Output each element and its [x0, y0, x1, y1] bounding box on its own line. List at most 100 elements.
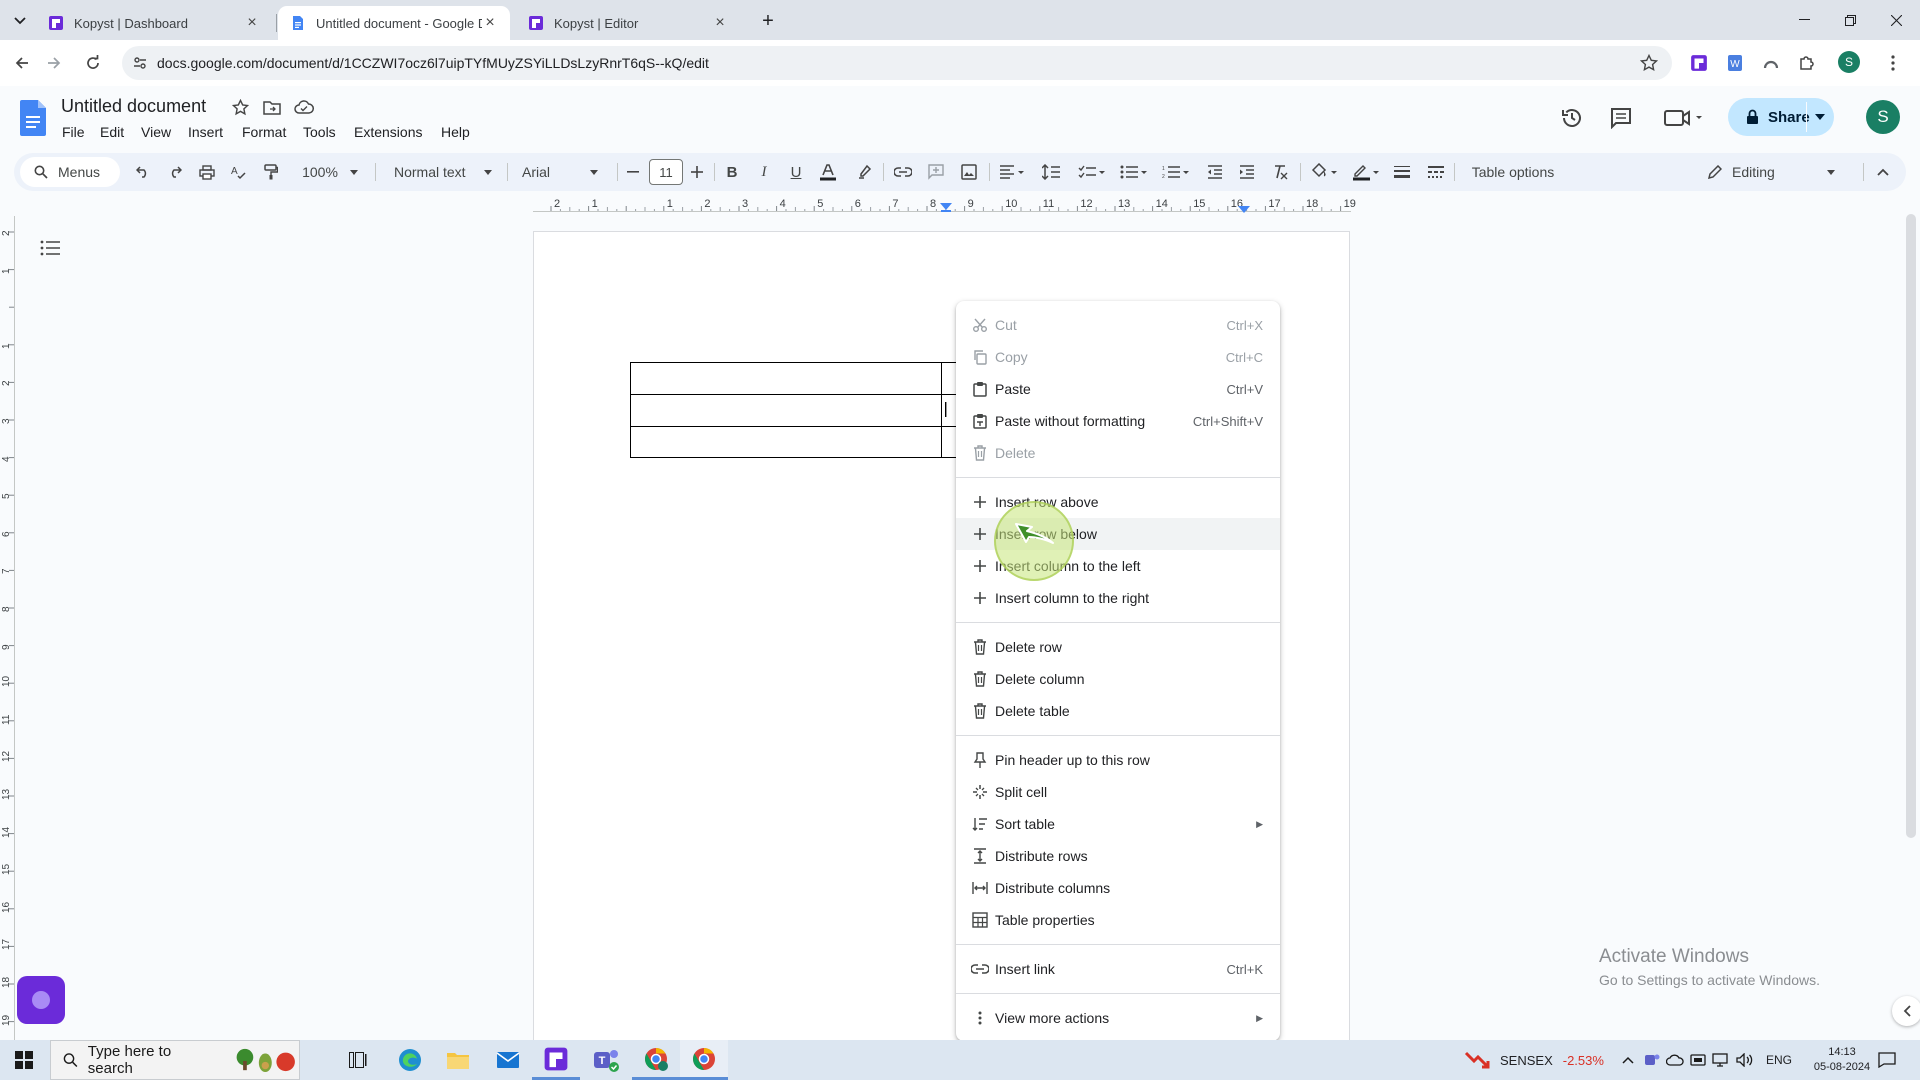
menu-item-sort-table[interactable]: Sort table ▶: [956, 808, 1280, 840]
text-color-icon[interactable]: [815, 153, 841, 191]
underline-icon[interactable]: U: [783, 153, 809, 191]
spellcheck-icon[interactable]: A: [226, 153, 252, 191]
omnibox[interactable]: docs.google.com/document/d/1CCZWI7ocz6l7…: [122, 46, 1672, 80]
menu-file[interactable]: File: [62, 124, 85, 140]
increase-indent-icon[interactable]: [1234, 153, 1260, 191]
menu-item-insert-link[interactable]: Insert link Ctrl+K: [956, 953, 1280, 985]
share-button[interactable]: Share: [1728, 98, 1834, 136]
windows-start-icon[interactable]: [0, 1040, 48, 1080]
add-comment-icon[interactable]: [923, 153, 949, 191]
menu-item-table-properties[interactable]: Table properties: [956, 904, 1280, 936]
edge-browser-icon[interactable]: [386, 1040, 434, 1080]
undo-icon[interactable]: [130, 153, 156, 191]
file-explorer-icon[interactable]: [434, 1040, 482, 1080]
border-dash-icon[interactable]: [1423, 153, 1449, 191]
menu-item-split-cell[interactable]: Split cell: [956, 776, 1280, 808]
border-width-icon[interactable]: [1389, 153, 1415, 191]
font-size-input[interactable]: 11: [649, 159, 683, 185]
document-outline-icon[interactable]: [40, 240, 60, 256]
profile-avatar[interactable]: S: [1838, 51, 1860, 73]
paint-format-icon[interactable]: [258, 153, 284, 191]
style-select[interactable]: Normal text: [382, 153, 502, 191]
menu-item-distribute-columns[interactable]: Distribute columns: [956, 872, 1280, 904]
menu-item-insert-column-to-the-right[interactable]: Insert column to the right: [956, 582, 1280, 614]
teams-icon[interactable]: T: [582, 1040, 630, 1080]
mail-icon[interactable]: [484, 1040, 532, 1080]
new-tab-icon[interactable]: +: [756, 9, 780, 33]
share-dropdown-icon[interactable]: [1815, 114, 1825, 120]
meet-now-icon[interactable]: [1690, 1040, 1706, 1080]
close-icon[interactable]: ×: [712, 14, 728, 32]
table-options-button[interactable]: Table options: [1458, 153, 1568, 191]
window-close-icon[interactable]: [1873, 6, 1919, 34]
move-folder-icon[interactable]: [263, 100, 281, 115]
clock[interactable]: 14:13 05-08-2024: [1810, 1040, 1874, 1080]
menu-help[interactable]: Help: [441, 124, 470, 140]
menu-tools[interactable]: Tools: [303, 124, 336, 140]
align-icon[interactable]: [994, 153, 1030, 191]
menu-extensions[interactable]: Extensions: [354, 124, 422, 140]
decrease-font-size-icon[interactable]: [620, 153, 646, 191]
tab-google-docs[interactable]: Untitled document - Google Docs ×: [278, 6, 510, 40]
arc-extension-icon[interactable]: [1758, 50, 1784, 76]
menu-edit[interactable]: Edit: [100, 124, 124, 140]
network-icon[interactable]: [1712, 1040, 1730, 1080]
checklist-icon[interactable]: [1074, 153, 1110, 191]
forward-arrow-icon[interactable]: [39, 48, 69, 78]
italic-icon[interactable]: I: [751, 153, 777, 191]
redo-icon[interactable]: [162, 153, 188, 191]
chrome-profile-s-icon[interactable]: [680, 1040, 728, 1080]
menus-search[interactable]: Menus: [20, 157, 120, 187]
extensions-puzzle-icon[interactable]: [1794, 50, 1820, 76]
close-icon[interactable]: ×: [482, 14, 498, 32]
menu-format[interactable]: Format: [242, 124, 286, 140]
bulleted-list-icon[interactable]: [1116, 153, 1152, 191]
site-settings-icon[interactable]: [132, 55, 148, 71]
star-icon[interactable]: [232, 99, 249, 116]
right-indent-marker[interactable]: [1238, 206, 1250, 214]
border-color-icon[interactable]: [1348, 153, 1384, 191]
bold-icon[interactable]: B: [719, 153, 745, 191]
kopyst-extension-icon[interactable]: [1686, 50, 1712, 76]
show-hidden-icons-chevron-up-icon[interactable]: [1622, 1040, 1634, 1080]
zoom-select[interactable]: 100%: [292, 153, 368, 191]
clear-formatting-icon[interactable]: [1267, 153, 1293, 191]
vertical-scrollbar[interactable]: [1906, 214, 1916, 838]
reload-icon[interactable]: [78, 48, 108, 78]
chrome-profile-a-icon[interactable]: [632, 1040, 680, 1080]
account-avatar[interactable]: S: [1866, 100, 1900, 134]
kopyst-recorder-button[interactable]: [17, 976, 65, 1024]
menu-view[interactable]: View: [141, 124, 171, 140]
back-arrow-icon[interactable]: [7, 48, 37, 78]
url-text[interactable]: docs.google.com/document/d/1CCZWI7ocz6l7…: [157, 55, 709, 71]
menu-item-paste-without-formatting[interactable]: Paste without formatting Ctrl+Shift+V: [956, 405, 1280, 437]
taskbar-search[interactable]: Type here to search: [50, 1040, 300, 1080]
docs-logo-icon[interactable]: [20, 100, 46, 136]
increase-font-size-icon[interactable]: [684, 153, 710, 191]
insert-link-icon[interactable]: [890, 153, 916, 191]
cloud-saved-icon[interactable]: [294, 100, 314, 114]
menu-insert[interactable]: Insert: [188, 124, 223, 140]
tab-search-icon[interactable]: [8, 9, 32, 33]
restore-icon[interactable]: [1827, 6, 1873, 34]
table[interactable]: [630, 362, 960, 458]
menu-item-pin-header-up-to-this-row[interactable]: Pin header up to this row: [956, 744, 1280, 776]
onedrive-icon[interactable]: [1666, 1040, 1684, 1080]
notifications-icon[interactable]: [1878, 1040, 1896, 1080]
editing-mode-select[interactable]: Editing: [1708, 153, 1858, 191]
numbered-list-icon[interactable]: 12: [1158, 153, 1194, 191]
close-icon[interactable]: ×: [244, 14, 260, 32]
decrease-indent-icon[interactable]: [1202, 153, 1228, 191]
menu-item-distribute-rows[interactable]: Distribute rows: [956, 840, 1280, 872]
menu-item-paste[interactable]: Paste Ctrl+V: [956, 373, 1280, 405]
task-view-icon[interactable]: [334, 1040, 382, 1080]
cell-background-icon[interactable]: [1306, 153, 1342, 191]
line-spacing-icon[interactable]: [1038, 153, 1064, 191]
menu-item-view-more-actions[interactable]: View more actions ▶: [956, 1002, 1280, 1034]
tab-kopyst-editor[interactable]: Kopyst | Editor ×: [516, 6, 740, 40]
insert-image-icon[interactable]: [956, 153, 982, 191]
menu-item-delete-table[interactable]: Delete table: [956, 695, 1280, 727]
highlight-color-icon[interactable]: [852, 153, 878, 191]
document-title[interactable]: Untitled document: [61, 96, 206, 117]
menu-item-delete-row[interactable]: Delete row: [956, 631, 1280, 663]
